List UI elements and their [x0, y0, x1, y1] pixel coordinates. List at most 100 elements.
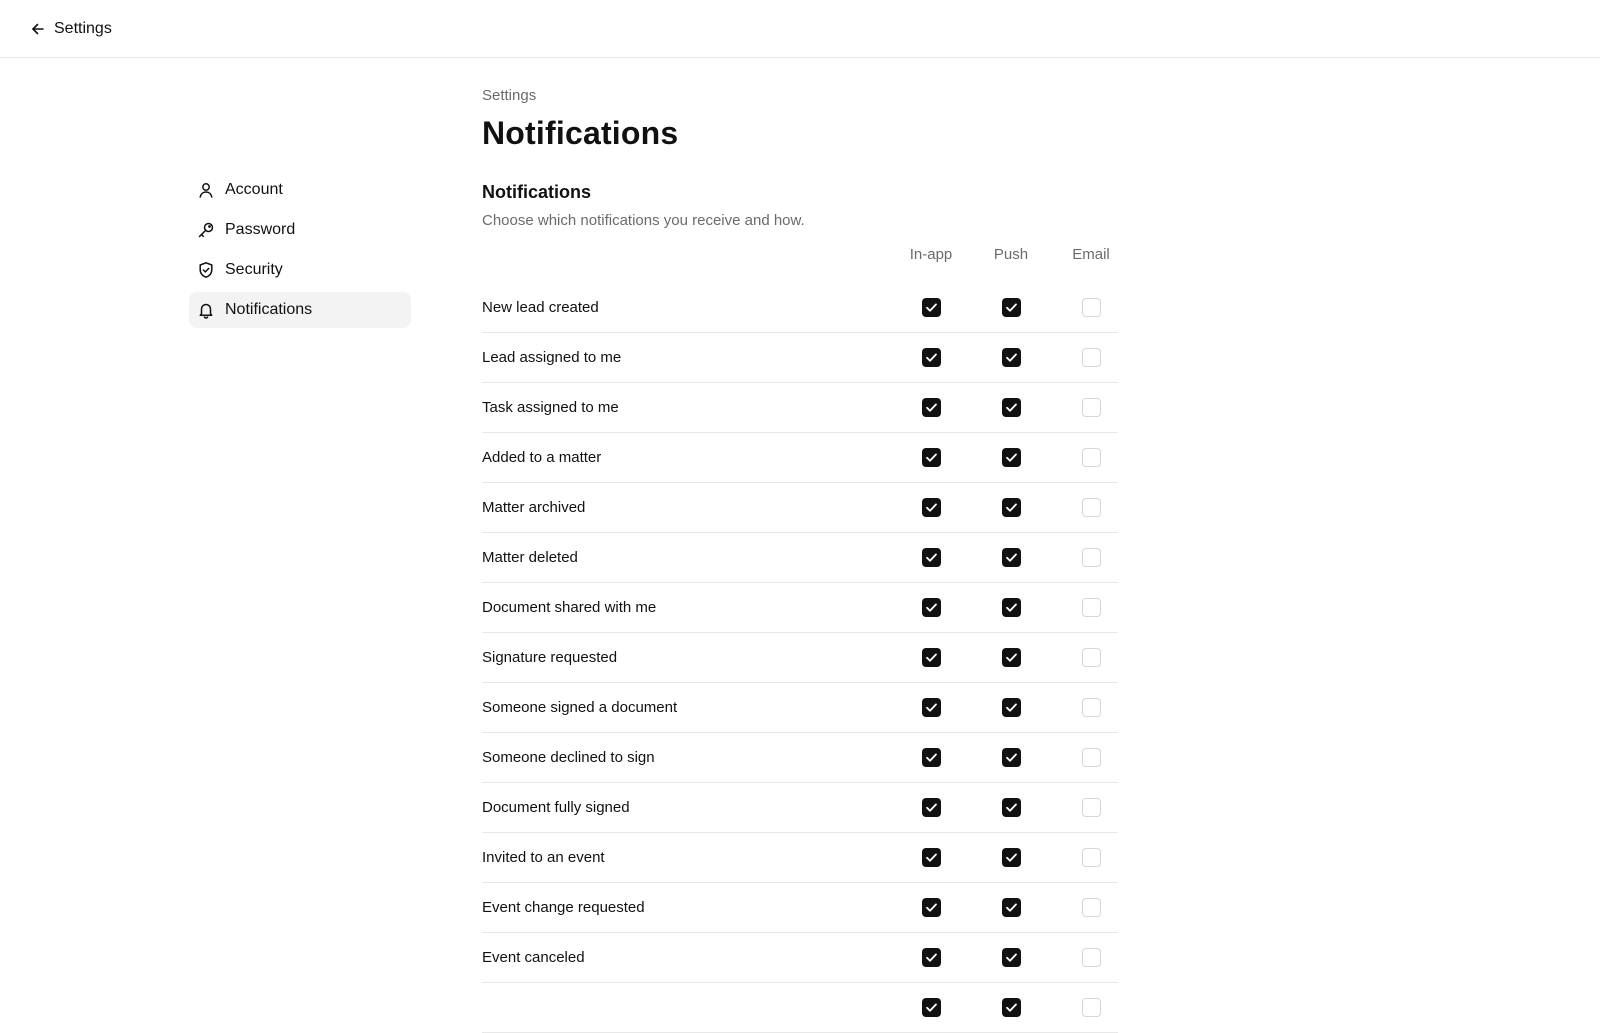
in-app-checkbox[interactable]: [922, 698, 941, 717]
notification-row: Added to a matter: [482, 433, 1118, 483]
push-checkbox[interactable]: [1002, 948, 1021, 967]
notification-row: Matter archived: [482, 483, 1118, 533]
in-app-checkbox[interactable]: [922, 948, 941, 967]
push-checkbox[interactable]: [1002, 498, 1021, 517]
in-app-checkbox[interactable]: [922, 398, 941, 417]
email-checkbox[interactable]: [1082, 548, 1101, 567]
checkmark-icon: [1006, 703, 1017, 712]
push-checkbox[interactable]: [1002, 548, 1021, 567]
push-checkbox[interactable]: [1002, 598, 1021, 617]
notification-row-label: Invited to an event: [482, 849, 605, 866]
email-checkbox[interactable]: [1082, 348, 1101, 367]
email-checkbox[interactable]: [1082, 848, 1101, 867]
checkmark-icon: [1006, 503, 1017, 512]
checkmark-icon: [1006, 403, 1017, 412]
in-app-checkbox[interactable]: [922, 548, 941, 567]
in-app-checkbox[interactable]: [922, 648, 941, 667]
email-checkbox[interactable]: [1082, 948, 1101, 967]
email-checkbox[interactable]: [1082, 598, 1101, 617]
in-app-checkbox[interactable]: [922, 598, 941, 617]
checkmark-icon: [926, 453, 937, 462]
checkmark-icon: [926, 503, 937, 512]
email-checkbox[interactable]: [1082, 798, 1101, 817]
push-checkbox[interactable]: [1002, 748, 1021, 767]
push-checkbox[interactable]: [1002, 298, 1021, 317]
checkmark-icon: [1006, 453, 1017, 462]
sidebar-item-security[interactable]: Security: [189, 252, 411, 288]
in-app-checkbox[interactable]: [922, 798, 941, 817]
notification-row: Someone declined to sign: [482, 733, 1118, 783]
push-checkbox[interactable]: [1002, 898, 1021, 917]
in-app-checkbox[interactable]: [922, 348, 941, 367]
sidebar-item-account[interactable]: Account: [189, 172, 411, 208]
notification-row-label: New lead created: [482, 299, 599, 316]
push-checkbox[interactable]: [1002, 848, 1021, 867]
checkmark-icon: [1006, 353, 1017, 362]
checkmark-icon: [1006, 853, 1017, 862]
column-header-email: Email: [1072, 246, 1110, 263]
back-to-settings-link[interactable]: Settings: [30, 20, 112, 38]
notification-row: Task assigned to me: [482, 383, 1118, 433]
email-checkbox[interactable]: [1082, 998, 1101, 1017]
email-checkbox[interactable]: [1082, 398, 1101, 417]
sidebar-item-label: Password: [225, 221, 296, 238]
push-checkbox[interactable]: [1002, 698, 1021, 717]
email-checkbox[interactable]: [1082, 498, 1101, 517]
push-checkbox[interactable]: [1002, 648, 1021, 667]
in-app-checkbox[interactable]: [922, 498, 941, 517]
push-checkbox[interactable]: [1002, 348, 1021, 367]
in-app-checkbox[interactable]: [922, 298, 941, 317]
checkmark-icon: [1006, 653, 1017, 662]
push-checkbox[interactable]: [1002, 998, 1021, 1017]
arrow-left-icon: [32, 23, 44, 34]
in-app-checkbox[interactable]: [922, 748, 941, 767]
notification-row-label: Added to a matter: [482, 449, 602, 466]
notification-rows: New lead created Lead assigned to me Task …: [482, 283, 1118, 1033]
checkmark-icon: [1006, 903, 1017, 912]
checkmark-icon: [1006, 953, 1017, 962]
push-checkbox[interactable]: [1002, 398, 1021, 417]
column-headers: In-app Push Email: [482, 243, 1118, 283]
back-label: Settings: [54, 19, 112, 37]
checkmark-icon: [926, 653, 937, 662]
push-checkbox[interactable]: [1002, 448, 1021, 467]
sidebar-item-notifications[interactable]: Notifications: [189, 292, 411, 328]
notification-row: Lead assigned to me: [482, 333, 1118, 383]
checkmark-icon: [926, 853, 937, 862]
checkmark-icon: [1006, 803, 1017, 812]
in-app-checkbox[interactable]: [922, 998, 941, 1017]
checkmark-icon: [926, 953, 937, 962]
notification-row: Event canceled: [482, 933, 1118, 983]
sidebar-item-password[interactable]: Password: [189, 212, 411, 248]
top-bar: Settings: [0, 0, 1600, 58]
notification-row-label: Document fully signed: [482, 799, 630, 816]
checkmark-icon: [926, 753, 937, 762]
page-title: Notifications: [482, 115, 679, 151]
checkmark-icon: [1006, 603, 1017, 612]
notification-row-label: Event change requested: [482, 899, 645, 916]
email-checkbox[interactable]: [1082, 698, 1101, 717]
notification-row: [482, 983, 1118, 1033]
email-checkbox[interactable]: [1082, 298, 1101, 317]
email-checkbox[interactable]: [1082, 898, 1101, 917]
breadcrumb: Settings: [482, 87, 537, 104]
email-checkbox[interactable]: [1082, 748, 1101, 767]
checkmark-icon: [926, 903, 937, 912]
column-header-push: Push: [993, 246, 1029, 263]
notification-row: Invited to an event: [482, 833, 1118, 883]
notification-row: New lead created: [482, 283, 1118, 333]
checkmark-icon: [1006, 553, 1017, 562]
in-app-checkbox[interactable]: [922, 848, 941, 867]
in-app-checkbox[interactable]: [922, 448, 941, 467]
email-checkbox[interactable]: [1082, 448, 1101, 467]
checkmark-icon: [1006, 303, 1017, 312]
sidebar-item-label: Notifications: [225, 301, 313, 318]
email-checkbox[interactable]: [1082, 648, 1101, 667]
notification-row-label: Matter deleted: [482, 549, 578, 566]
notification-row-label: Document shared with me: [482, 599, 657, 616]
settings-sidebar: Account Password Security Notifications: [189, 172, 411, 332]
push-checkbox[interactable]: [1002, 798, 1021, 817]
in-app-checkbox[interactable]: [922, 898, 941, 917]
notification-row: Document fully signed: [482, 783, 1118, 833]
notification-row: Event change requested: [482, 883, 1118, 933]
